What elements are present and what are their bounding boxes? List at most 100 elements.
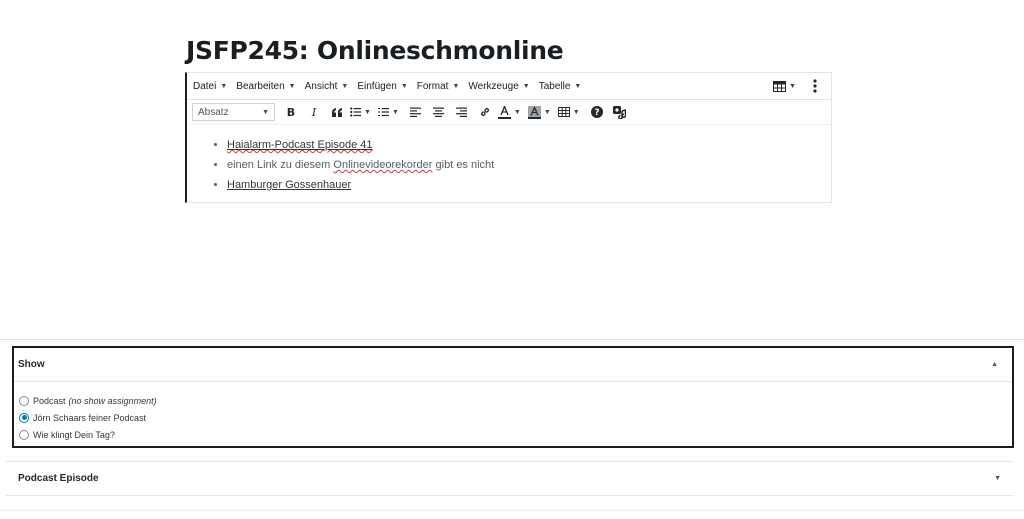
menu-label: Werkzeuge [468,80,519,92]
menu-label: Tabelle [538,80,571,92]
align-left-button[interactable] [406,102,426,122]
more-options-button[interactable] [805,76,825,96]
caret-down-icon: ▼ [789,82,796,90]
align-right-icon [456,107,468,117]
gossenhauer-link[interactable]: Hamburger Gossenhauer [227,179,351,191]
misspelled-word: Onlinevideorekorder [333,159,433,171]
caret-down-icon: ▼ [543,108,551,116]
svg-text:?: ? [594,108,599,118]
podcast-icon [613,105,627,119]
show-option-wie-klingt[interactable]: Wie klingt Dein Tag? [19,426,1012,443]
menu-tabelle[interactable]: Tabelle ▼ [539,81,582,92]
bottom-divider [0,510,1024,511]
menu-label: Bearbeiten [236,80,285,92]
caret-down-icon: ▼ [341,82,349,90]
show-metabox-header[interactable]: Show ▲ [14,348,1012,382]
toolbar-divider [187,124,831,125]
list-item: Haialarm-Podcast Episode 41 [227,135,494,155]
show-option-joern[interactable]: Jörn Schaars feiner Podcast [19,409,1012,426]
editor-content-list[interactable]: Haialarm-Podcast Episode 41 einen Link z… [227,135,494,195]
caret-down-icon: ▼ [220,82,228,90]
list-text: einen Link zu diesem [227,159,334,171]
radio-button-checked[interactable] [19,412,29,423]
more-vertical-icon [813,79,817,93]
option-note: (no show assignment) [68,395,157,406]
numbered-list-button[interactable]: ▼ [377,102,399,122]
menu-label: Ansicht [304,80,338,92]
list-text: gibt es nicht [432,159,495,171]
blockquote-icon [332,107,342,117]
editor-menubar: Datei ▼ Bearbeiten ▼ Ansicht ▼ Einfügen ▼ Fo… [187,73,831,99]
text-color-button[interactable]: ▼ [497,102,521,122]
align-center-icon [433,107,445,117]
menu-bearbeiten[interactable]: Bearbeiten ▼ [236,81,295,92]
caret-down-icon: ▼ [288,82,296,90]
blockquote-button[interactable] [327,102,347,122]
show-metabox: Show ▲ Podcast (no show assignment) Jörn… [12,346,1014,448]
link-text: Hamburger Gossenhauer [227,179,352,191]
caret-down-icon: ▼ [400,82,408,90]
caret-down-icon: ▼ [572,108,580,116]
table-icon [557,107,570,117]
list-item: einen Link zu diesem Onlinevideorekorder… [227,155,494,175]
help-icon: ? [590,106,603,118]
table-button[interactable]: ▼ [557,102,580,122]
grid-icon [773,80,787,92]
option-label: Podcast [33,395,66,406]
menu-einfuegen[interactable]: Einfügen ▼ [357,81,407,92]
podcast-shortcode-button[interactable] [610,102,630,122]
podcast-episode-metabox[interactable]: Podcast Episode ▼ [6,461,1013,496]
menu-ansicht[interactable]: Ansicht ▼ [305,81,349,92]
numbered-list-icon [377,108,389,117]
help-button[interactable]: ? [587,102,607,122]
link-icon [480,107,490,117]
metabox-title: Podcast Episode [18,473,99,484]
caret-down-icon: ▼ [391,108,399,116]
radio-button[interactable] [19,429,29,440]
menubar-right: ▼ [773,73,825,99]
bold-button[interactable]: B [281,102,301,122]
bold-icon: B [286,105,296,119]
align-left-icon [410,107,422,117]
expand-arrow-icon[interactable]: ▼ [994,475,1001,482]
list-item: Hamburger Gossenhauer [227,175,494,195]
radio-button[interactable] [19,395,29,406]
italic-button[interactable]: I [304,102,324,122]
text-color-icon [497,105,511,119]
format-select-value: Absatz [198,106,229,118]
classic-editor: Datei ▼ Bearbeiten ▼ Ansicht ▼ Einfügen ▼ Fo… [185,72,832,203]
caret-down-icon: ▼ [513,108,521,116]
align-right-button[interactable] [452,102,472,122]
format-select[interactable]: Absatz ▼ [192,103,275,121]
caret-down-icon: ▼ [522,82,530,90]
link-button[interactable] [475,102,495,122]
metabox-title: Show [18,359,45,370]
block-toolbar-button[interactable]: ▼ [773,76,796,96]
show-radio-group: Podcast (no show assignment) Jörn Schaar… [14,382,1012,443]
section-divider [0,339,1024,340]
show-option-podcast[interactable]: Podcast (no show assignment) [19,392,1012,409]
bullet-list-button[interactable]: ▼ [350,102,371,122]
collapse-arrow-icon[interactable]: ▲ [991,361,998,368]
menu-label: Format [416,80,449,92]
caret-down-icon: ▼ [262,108,269,116]
menu-datei[interactable]: Datei ▼ [193,81,227,92]
option-label: Wie klingt Dein Tag? [33,429,115,440]
post-title[interactable]: JSFP245: Onlineschmonline [186,36,564,65]
episode-link[interactable]: Haialarm-Podcast Episode 41 [227,139,373,151]
background-color-button[interactable]: ▼ [527,102,551,122]
caret-down-icon: ▼ [574,82,582,90]
align-center-button[interactable] [429,102,449,122]
menu-werkzeuge[interactable]: Werkzeuge ▼ [468,81,529,92]
formatting-toolbar: Absatz ▼ B I ▼ ▼ ▼ ▼ ▼ ? [187,100,831,124]
bullet-list-icon [350,107,361,117]
caret-down-icon: ▼ [364,108,371,116]
option-label: Jörn Schaars feiner Podcast [33,412,147,423]
background-color-icon [527,105,541,119]
menu-format[interactable]: Format ▼ [417,81,460,92]
link-text: Haialarm-Podcast Episode 41 [227,139,373,151]
italic-icon: I [311,105,317,119]
menu-label: Datei [193,80,217,92]
menu-label: Einfügen [357,80,397,92]
caret-down-icon: ▼ [452,82,460,90]
